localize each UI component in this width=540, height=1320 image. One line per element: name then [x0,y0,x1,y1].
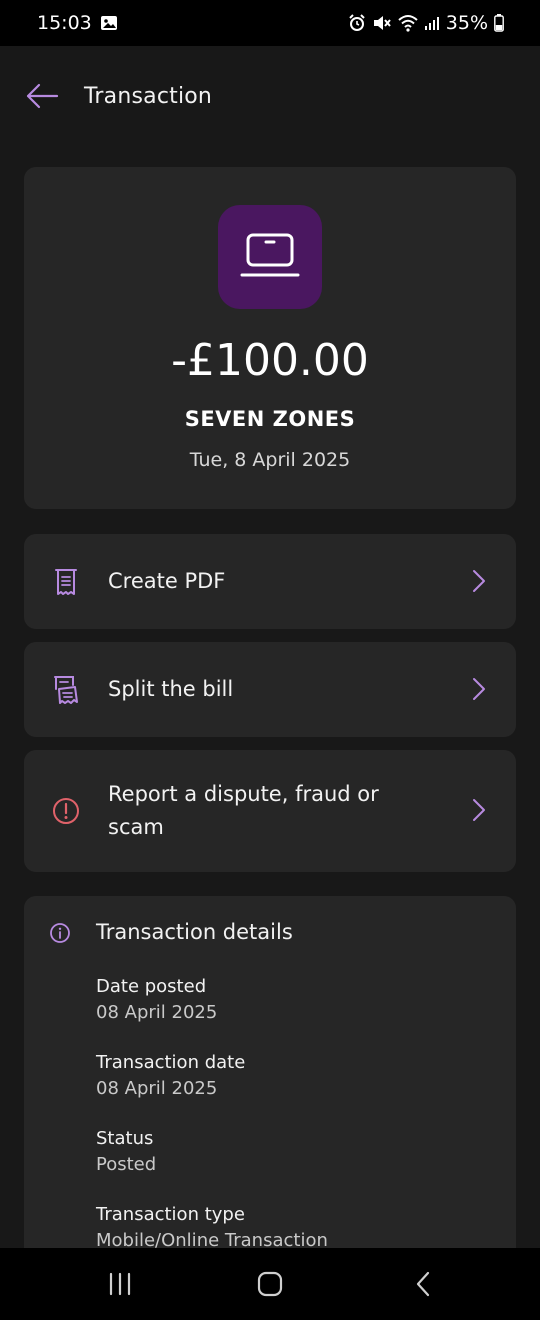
detail-value: 08 April 2025 [96,1002,218,1023]
laptop-icon [240,233,300,277]
detail-value: Posted [96,1154,157,1175]
chevron-right-icon [470,676,488,702]
app-header: Transaction [0,46,540,146]
transaction-screen: 15:03 35% Transaction -£100.00 SEVEN ZON… [0,0,540,1320]
report-dispute-button[interactable]: Report a dispute, fraud or scam [24,750,516,872]
alert-icon [52,797,80,825]
receipt-icon [52,568,80,596]
home-button[interactable] [255,1270,285,1298]
home-icon [257,1271,283,1297]
create-pdf-button[interactable]: Create PDF [24,534,516,629]
signal-icon [424,15,440,31]
merchant-name: SEVEN ZONES [184,407,356,431]
details-title: Transaction details [96,920,293,944]
status-right: 35% [348,12,504,34]
page-title: Transaction [84,83,213,109]
recent-apps-button[interactable] [105,1270,135,1298]
detail-label: Date posted [96,976,207,997]
create-pdf-label: Create PDF [108,569,226,593]
transaction-date: Tue, 8 April 2025 [189,449,351,471]
image-icon [100,15,118,31]
wifi-icon [398,14,418,32]
transaction-amount: -£100.00 [171,335,369,386]
split-bill-icon [52,676,80,704]
system-nav-bar [0,1248,540,1320]
back-button[interactable] [24,78,60,114]
status-time: 15:03 [37,12,92,34]
info-icon [50,923,70,943]
detail-value: 08 April 2025 [96,1078,218,1099]
detail-transaction-type: Transaction type Mobile/Online Transacti… [96,1202,328,1254]
system-back-button[interactable] [408,1270,438,1298]
merchant-logo [218,205,322,309]
report-dispute-label: Report a dispute, fraud or scam [108,782,379,839]
detail-label: Transaction type [96,1204,245,1225]
alarm-icon [348,14,366,32]
mute-icon [372,14,392,32]
chevron-right-icon [470,568,488,594]
chevron-right-icon [470,797,488,823]
detail-label: Status [96,1128,154,1149]
transaction-summary-card: -£100.00 SEVEN ZONES Tue, 8 April 2025 [24,167,516,509]
detail-status: Status Posted [96,1126,156,1178]
status-bar: 15:03 35% [0,0,540,46]
chevron-left-icon [416,1271,430,1297]
battery-icon [494,14,504,32]
detail-date-posted: Date posted 08 April 2025 [96,974,217,1026]
split-bill-button[interactable]: Split the bill [24,642,516,737]
detail-label: Transaction date [96,1052,246,1073]
split-bill-label: Split the bill [108,677,234,701]
detail-transaction-date: Transaction date 08 April 2025 [96,1050,245,1102]
recent-apps-icon [109,1272,131,1296]
battery-percent: 35% [445,12,488,34]
arrow-left-icon [26,83,59,109]
status-left: 15:03 [37,12,118,34]
